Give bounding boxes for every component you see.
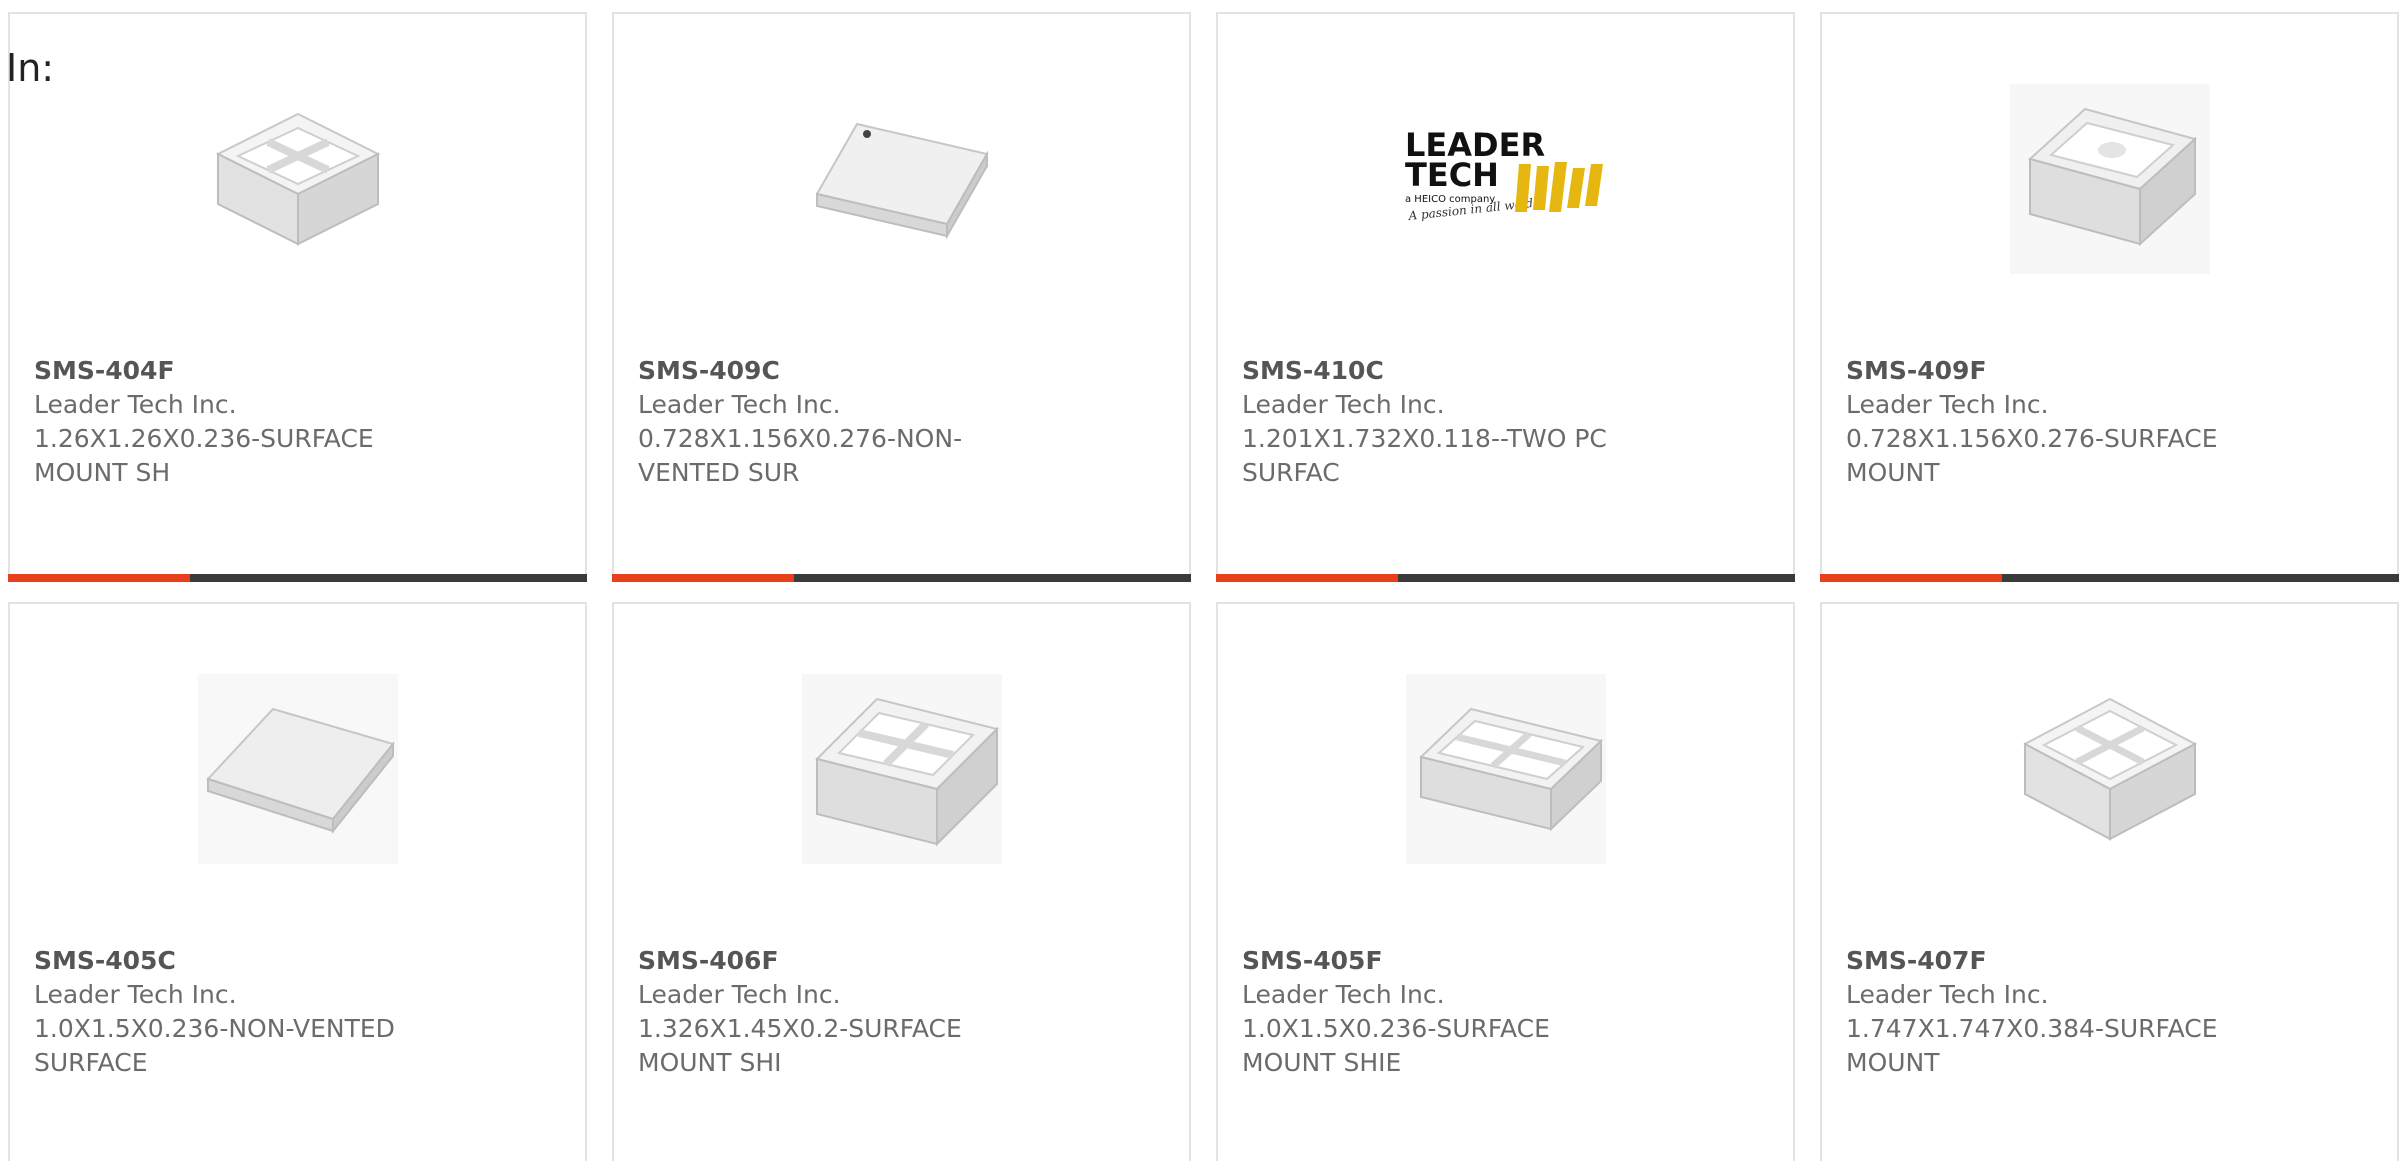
- product-image[interactable]: [10, 64, 585, 294]
- shield-frame-rect-icon: [2009, 84, 2210, 274]
- description: 1.326X1.45X0.2-SURFACE MOUNT SHI: [638, 1014, 962, 1077]
- manufacturer: Leader Tech Inc.: [1846, 390, 2049, 419]
- description: 1.26X1.26X0.236-SURFACE MOUNT SH: [34, 424, 374, 487]
- card-accent-bar: [1216, 574, 1795, 582]
- product-image[interactable]: [1822, 64, 2397, 294]
- part-number[interactable]: SMS-407F: [1846, 944, 2373, 978]
- card-accent-segment: [1216, 574, 1398, 582]
- product-image[interactable]: [1218, 654, 1793, 884]
- card-accent-bar: [612, 574, 1191, 582]
- description: 1.201X1.732X0.118--TWO PC SURFAC: [1242, 424, 1607, 487]
- manufacturer: Leader Tech Inc.: [34, 980, 237, 1009]
- product-card[interactable]: SMS-405C Leader Tech Inc. 1.0X1.5X0.236-…: [8, 602, 587, 1161]
- leader-tech-logo: LEADER TECH a HEICO company A passion in…: [1405, 126, 1603, 223]
- card-accent-bar: [8, 574, 587, 582]
- shield-frame-square-icon: [2022, 697, 2197, 841]
- description: 1.0X1.5X0.236-NON-VENTED SURFACE: [34, 1014, 395, 1077]
- manufacturer: Leader Tech Inc.: [34, 390, 237, 419]
- product-info: SMS-405F Leader Tech Inc. 1.0X1.5X0.236-…: [1242, 944, 1769, 1080]
- card-accent-segment: [8, 574, 190, 582]
- manufacturer: Leader Tech Inc.: [1242, 390, 1445, 419]
- card-accent-segment: [612, 574, 794, 582]
- product-image[interactable]: LEADER TECH a HEICO company A passion in…: [1218, 64, 1793, 294]
- part-number[interactable]: SMS-405C: [34, 944, 561, 978]
- description: 1.0X1.5X0.236-SURFACE MOUNT SHIE: [1242, 1014, 1550, 1077]
- product-info: SMS-405C Leader Tech Inc. 1.0X1.5X0.236-…: [34, 944, 561, 1080]
- part-number[interactable]: SMS-410C: [1242, 354, 1769, 388]
- product-image[interactable]: [10, 654, 585, 884]
- filter-in-label: In:: [6, 46, 55, 90]
- manufacturer: Leader Tech Inc.: [638, 390, 841, 419]
- card-accent-bar: [1820, 574, 2399, 582]
- description: 0.728X1.156X0.276-SURFACE MOUNT: [1846, 424, 2218, 487]
- description: 1.747X1.747X0.384-SURFACE MOUNT: [1846, 1014, 2218, 1077]
- product-info: SMS-409C Leader Tech Inc. 0.728X1.156X0.…: [638, 354, 1165, 490]
- product-card[interactable]: SMS-406F Leader Tech Inc. 1.326X1.45X0.2…: [612, 602, 1191, 1161]
- shield-cover-icon: [814, 122, 989, 240]
- description: 0.728X1.156X0.276-NON-VENTED SUR: [638, 424, 963, 487]
- shield-frame-square-icon: [215, 112, 380, 246]
- logo-line2: TECH: [1405, 156, 1499, 194]
- product-info: SMS-410C Leader Tech Inc. 1.201X1.732X0.…: [1242, 354, 1769, 490]
- product-info: SMS-407F Leader Tech Inc. 1.747X1.747X0.…: [1846, 944, 2373, 1080]
- product-info: SMS-406F Leader Tech Inc. 1.326X1.45X0.2…: [638, 944, 1165, 1080]
- product-card[interactable]: LEADER TECH a HEICO company A passion in…: [1216, 12, 1795, 582]
- part-number[interactable]: SMS-409F: [1846, 354, 2373, 388]
- product-card[interactable]: SMS-405F Leader Tech Inc. 1.0X1.5X0.236-…: [1216, 602, 1795, 1161]
- product-results-page: In: SMS-404F Leader Tech Inc. 1.26X1.26X…: [0, 0, 2400, 1161]
- shield-frame-square-icon: [801, 674, 1002, 864]
- product-image[interactable]: [614, 654, 1189, 884]
- shield-frame-rect-icon: [1405, 674, 1606, 864]
- part-number[interactable]: SMS-406F: [638, 944, 1165, 978]
- product-card[interactable]: SMS-404F Leader Tech Inc. 1.26X1.26X0.23…: [8, 12, 587, 582]
- manufacturer: Leader Tech Inc.: [1846, 980, 2049, 1009]
- product-info: SMS-409F Leader Tech Inc. 0.728X1.156X0.…: [1846, 354, 2373, 490]
- part-number[interactable]: SMS-404F: [34, 354, 561, 388]
- shield-cover-icon: [197, 674, 398, 864]
- product-card[interactable]: SMS-407F Leader Tech Inc. 1.747X1.747X0.…: [1820, 602, 2399, 1161]
- part-number[interactable]: SMS-409C: [638, 354, 1165, 388]
- product-image[interactable]: [1822, 654, 2397, 884]
- product-info: SMS-404F Leader Tech Inc. 1.26X1.26X0.23…: [34, 354, 561, 490]
- part-number[interactable]: SMS-405F: [1242, 944, 1769, 978]
- product-card[interactable]: SMS-409F Leader Tech Inc. 0.728X1.156X0.…: [1820, 12, 2399, 582]
- product-image[interactable]: [614, 64, 1189, 294]
- product-card[interactable]: SMS-409C Leader Tech Inc. 0.728X1.156X0.…: [612, 12, 1191, 582]
- product-grid: SMS-404F Leader Tech Inc. 1.26X1.26X0.23…: [8, 12, 2400, 1161]
- manufacturer: Leader Tech Inc.: [1242, 980, 1445, 1009]
- manufacturer: Leader Tech Inc.: [638, 980, 841, 1009]
- card-accent-segment: [1820, 574, 2002, 582]
